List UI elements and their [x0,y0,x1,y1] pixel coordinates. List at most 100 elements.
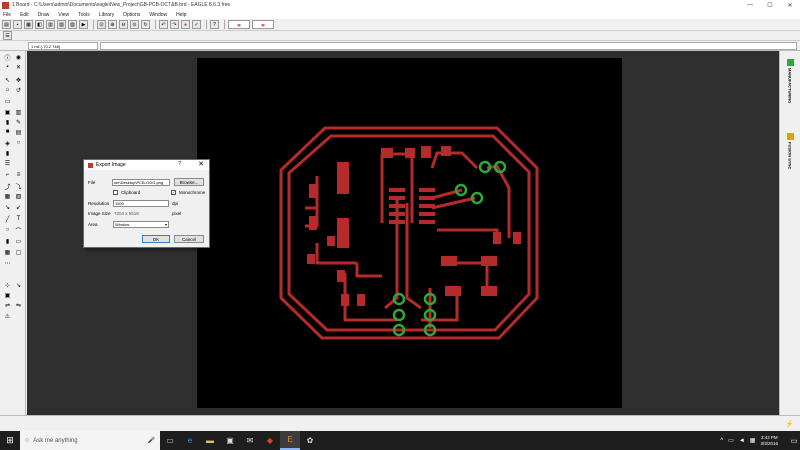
tray-chevron-icon[interactable]: ^ [720,438,723,444]
manufacturing-tab[interactable]: MANUFACTURING [783,59,797,103]
ripup-icon[interactable]: ⤵ [14,182,23,191]
file-explorer-icon[interactable]: ▬ [200,431,220,450]
browse-button[interactable]: Browse... [174,178,204,186]
arc-icon[interactable]: ⌒ [14,226,23,235]
task-view-icon[interactable]: ▭ [160,431,180,450]
meander-icon[interactable]: ▧ [14,192,23,200]
lock-icon[interactable]: ▮ [3,149,12,157]
mirror-icon[interactable]: ▥ [14,108,23,116]
ulp-icon[interactable]: ⇌ [3,301,12,309]
errors-icon[interactable]: ↘ [14,281,23,289]
microphone-icon[interactable]: 🎤 [148,437,155,444]
wire-icon[interactable]: ╱ [3,215,12,223]
menu-help[interactable]: Help [176,12,186,18]
circle-icon[interactable]: ○ [3,226,12,234]
maximize-button[interactable]: ☐ [760,0,780,10]
file-input[interactable]: ser\Desktop\PCB-OGG.png [112,179,170,186]
rect-icon[interactable]: ▮ [3,237,12,245]
cam-processor-icon[interactable]: ⇋ [14,301,23,309]
close-window-button[interactable]: ✕ [780,0,800,10]
menu-draw[interactable]: Draw [38,12,50,18]
miter-icon[interactable]: ⌐ [3,171,12,179]
cancel-button[interactable]: Cancel [174,235,204,243]
undo-icon[interactable]: ↶ [159,20,168,29]
warning-icon[interactable]: ⚠ [3,312,12,320]
layers-icon[interactable]: ▣ [3,291,12,299]
display-icon[interactable]: ▪ [3,63,12,71]
volume-icon[interactable]: ◄ [739,438,745,444]
eagle-taskbar-icon[interactable]: E [280,431,300,450]
group-icon[interactable]: ▭ [3,97,12,105]
paste-icon[interactable]: ▣ [3,108,12,116]
command-line-input[interactable] [100,41,797,50]
menu-options[interactable]: Options [123,12,140,18]
help-icon[interactable]: ? [210,20,219,29]
media-icon[interactable]: ◆ [260,431,280,450]
cortana-search-box[interactable]: ○ Ask me anything 🎤 [20,431,160,450]
schematic-icon[interactable]: ▧ [57,20,66,29]
store-icon[interactable]: ▣ [220,431,240,450]
zoom-in-icon[interactable]: ⊕ [108,20,117,29]
windows-start-icon[interactable]: ⊞ [0,431,20,450]
stop-icon[interactable]: ● [181,20,190,29]
clipboard-checkbox[interactable] [113,190,118,195]
attribute-icon[interactable]: ⋯ [3,259,12,267]
go-icon[interactable]: ✓ [192,20,201,29]
save-icon[interactable]: ▪ [13,20,22,29]
signal-icon[interactable]: ▦ [3,192,12,200]
redraw-icon[interactable]: ↻ [141,20,150,29]
fusion-sync-tab[interactable]: FUSION SYNC [783,133,797,169]
menu-view[interactable]: View [58,12,69,18]
zoom-out-icon[interactable]: ⊖ [119,20,128,29]
board-icon[interactable]: ▥ [46,20,55,29]
area-select[interactable]: Window ▾ [113,221,169,228]
autorouter-icon[interactable]: ↘ [3,203,12,211]
info-icon[interactable]: ⓘ [3,53,12,62]
value-icon[interactable]: ○ [14,139,23,147]
show-icon[interactable]: ◉ [14,53,23,61]
dialog-close-button[interactable]: ✕ [198,160,204,168]
optimize-icon[interactable]: ≡ [14,171,23,179]
menu-library[interactable]: Library [99,12,114,18]
rotate-icon[interactable]: ↺ [14,86,23,94]
network-icon[interactable]: ▭ [728,437,734,444]
fusion-icon[interactable]: ▮▮ [252,20,274,29]
polygon-icon[interactable]: ▭ [14,237,23,245]
delete-icon[interactable]: ▮ [3,118,12,126]
text-icon[interactable]: T [14,215,23,223]
open-icon[interactable]: ▤ [2,20,11,29]
menu-tools[interactable]: Tools [78,12,90,18]
action-center-icon[interactable]: ▭ [788,431,800,450]
print-icon[interactable]: ▦ [24,20,33,29]
layer-icon[interactable]: ☰ [3,31,12,40]
run-icon[interactable]: ▶ [79,20,88,29]
cam-icon[interactable]: ◧ [35,20,44,29]
split-icon[interactable]: ☰ [3,159,12,167]
hole-icon[interactable]: ▢ [14,248,23,256]
redo-icon[interactable]: ↷ [170,20,179,29]
mail-icon[interactable]: ✉ [240,431,260,450]
script-icon[interactable]: ▨ [68,20,77,29]
add-icon[interactable]: ■ [3,128,12,136]
drc-icon[interactable]: ⊹ [3,281,12,289]
keyboard-icon[interactable]: ▦ [750,437,756,444]
menu-window[interactable]: Window [149,12,167,18]
resolution-input[interactable]: 1500 [113,200,169,207]
ratsnest-icon[interactable]: ↙ [14,203,23,211]
via-icon[interactable]: ▦ [3,248,12,256]
monochrome-checkbox[interactable]: ✓ [171,190,176,195]
minimize-button[interactable]: — [740,0,760,10]
menu-edit[interactable]: Edit [20,12,29,18]
zoom-fit-icon[interactable]: ⊡ [97,20,106,29]
design-link-icon[interactable]: ▮▮ [228,20,250,29]
menu-file[interactable]: File [3,12,11,18]
move-cross-icon[interactable]: ✥ [14,76,23,84]
dialog-help-button[interactable]: ? [178,161,181,167]
replace-icon[interactable]: ▤ [14,128,23,136]
move-icon[interactable]: ↖ [3,76,12,84]
pcb-board[interactable] [197,58,622,408]
zoom-select-icon[interactable]: ⊙ [130,20,139,29]
ok-button[interactable]: OK [142,235,170,243]
wrench-icon[interactable]: ✎ [14,118,23,126]
app-taskbar-icon[interactable]: ✿ [300,431,320,450]
